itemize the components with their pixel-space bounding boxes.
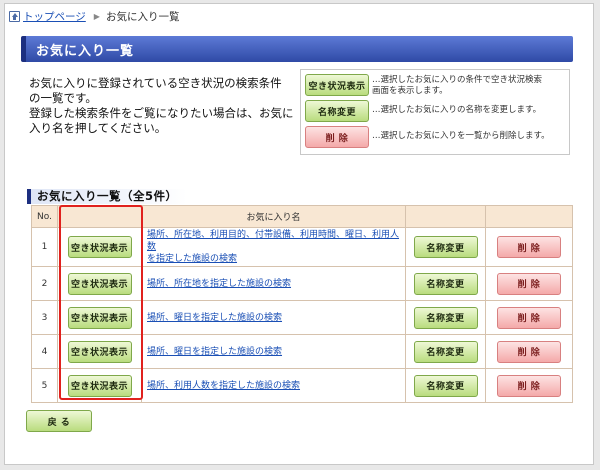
delete-cell: 削 除 bbox=[485, 266, 573, 301]
legend-desc-line: …選択したお気に入りの名称を変更します。 bbox=[372, 105, 542, 115]
delete-button[interactable]: 削 除 bbox=[497, 374, 561, 397]
name-cell: 場所、所在地、利用目的、付帯設備、利用時間、曜日、利用人数を指定した施設の検索 bbox=[141, 227, 406, 267]
button-legend: 空き状況表示 …選択したお気に入りの条件で空き状況検索 画面を表示します。 名称… bbox=[300, 69, 570, 155]
table-row: 5 空き状況表示 場所、利用人数を指定した施設の検索 名称変更 削 除 bbox=[31, 368, 573, 403]
status-cell: 空き状況表示 bbox=[57, 300, 142, 335]
rename-button[interactable]: 名称変更 bbox=[413, 306, 478, 329]
intro-line: お気に入りに登録されている空き状況の検索条件 bbox=[29, 76, 282, 90]
legend-desc: …選択したお気に入りの名称を変更します。 bbox=[372, 100, 541, 116]
chevron-right-icon: ▶ bbox=[93, 11, 100, 21]
legend-row-delete: 削 除 …選択したお気に入りを一覧から削除します。 bbox=[305, 126, 565, 152]
status-button[interactable]: 空き状況表示 bbox=[67, 306, 132, 329]
status-button[interactable]: 空き状況表示 bbox=[67, 340, 132, 363]
legend-desc-line: 画面を表示します。 bbox=[372, 86, 448, 96]
favorite-name-line: 場所、所在地、利用目的、付帯設備、利用時間、曜日、利用人数 bbox=[147, 230, 400, 252]
status-cell: 空き状況表示 bbox=[57, 266, 142, 301]
delete-button[interactable]: 削 除 bbox=[497, 306, 561, 329]
row-number: 5 bbox=[31, 368, 58, 403]
status-cell: 空き状況表示 bbox=[57, 334, 142, 369]
status-cell: 空き状況表示 bbox=[57, 368, 142, 403]
favorite-name-link[interactable]: 場所、利用人数を指定した施設の検索 bbox=[147, 380, 300, 392]
section-title: お気に入り一覧（全5件） bbox=[27, 189, 187, 204]
name-cell: 場所、所在地を指定した施設の検索 bbox=[141, 266, 406, 301]
breadcrumb-current: お気に入り一覧 bbox=[105, 10, 180, 23]
name-cell: 場所、曜日を指定した施設の検索 bbox=[141, 334, 406, 369]
name-cell: 場所、曜日を指定した施設の検索 bbox=[141, 300, 406, 335]
legend-status-button: 空き状況表示 bbox=[305, 74, 369, 96]
row-number: 4 bbox=[31, 334, 58, 369]
delete-button[interactable]: 削 除 bbox=[497, 236, 561, 258]
header-no: No. bbox=[31, 205, 58, 228]
intro-line: 登録した検索条件をご覧になりたい場合は、お気に bbox=[29, 106, 294, 120]
rename-button[interactable]: 名称変更 bbox=[413, 374, 478, 397]
breadcrumb-home-link[interactable]: トップページ bbox=[23, 9, 86, 24]
delete-cell: 削 除 bbox=[485, 334, 573, 369]
status-cell: 空き状況表示 bbox=[57, 227, 142, 267]
rename-cell: 名称変更 bbox=[405, 368, 486, 403]
status-button[interactable]: 空き状況表示 bbox=[67, 374, 132, 397]
rename-button[interactable]: 名称変更 bbox=[413, 340, 478, 363]
legend-row-status: 空き状況表示 …選択したお気に入りの条件で空き状況検索 画面を表示します。 bbox=[305, 74, 565, 100]
legend-row-rename: 名称変更 …選択したお気に入りの名称を変更します。 bbox=[305, 100, 565, 126]
row-number: 3 bbox=[31, 300, 58, 335]
favorite-name-link[interactable]: 場所、曜日を指定した施設の検索 bbox=[147, 312, 282, 324]
row-number: 1 bbox=[31, 227, 58, 267]
rename-button[interactable]: 名称変更 bbox=[413, 236, 478, 258]
legend-desc: …選択したお気に入りを一覧から削除します。 bbox=[372, 126, 550, 142]
header-rename bbox=[405, 205, 486, 228]
intro-text: お気に入りに登録されている空き状況の検索条件 の一覧です。 登録した検索条件をご… bbox=[29, 76, 299, 136]
back-button[interactable]: 戻 る bbox=[26, 410, 92, 432]
legend-desc: …選択したお気に入りの条件で空き状況検索 画面を表示します。 bbox=[372, 74, 542, 97]
favorite-name-link[interactable]: 場所、曜日を指定した施設の検索 bbox=[147, 346, 282, 358]
rename-cell: 名称変更 bbox=[405, 227, 486, 267]
rename-cell: 名称変更 bbox=[405, 266, 486, 301]
table-row: 3 空き状況表示 場所、曜日を指定した施設の検索 名称変更 削 除 bbox=[31, 300, 573, 335]
table-header-row: No. お気に入り名 bbox=[31, 205, 573, 228]
legend-rename-button: 名称変更 bbox=[305, 100, 369, 122]
rename-button[interactable]: 名称変更 bbox=[413, 272, 478, 295]
delete-button[interactable]: 削 除 bbox=[497, 272, 561, 295]
home-icon bbox=[9, 10, 20, 22]
table-row: 1 空き状況表示 場所、所在地、利用目的、付帯設備、利用時間、曜日、利用人数を指… bbox=[31, 227, 573, 267]
favorite-name-link[interactable]: 場所、所在地、利用目的、付帯設備、利用時間、曜日、利用人数を指定した施設の検索 bbox=[147, 229, 404, 265]
legend-desc-line: …選択したお気に入りの条件で空き状況検索 bbox=[372, 75, 543, 85]
header-name: お気に入り名 bbox=[141, 205, 406, 228]
table-row: 4 空き状況表示 場所、曜日を指定した施設の検索 名称変更 削 除 bbox=[31, 334, 573, 369]
favorite-name-line: を指定した施設の検索 bbox=[147, 254, 238, 264]
rename-cell: 名称変更 bbox=[405, 300, 486, 335]
favorite-name-link[interactable]: 場所、所在地を指定した施設の検索 bbox=[147, 278, 291, 290]
intro-line: 入り名を押してください。 bbox=[29, 121, 167, 135]
page-title: お気に入り一覧 bbox=[21, 36, 573, 62]
page: トップページ ▶ お気に入り一覧 お気に入り一覧 お気に入りに登録されている空き… bbox=[4, 3, 594, 465]
intro-line: の一覧です。 bbox=[29, 91, 97, 105]
row-number: 2 bbox=[31, 266, 58, 301]
legend-desc-line: …選択したお気に入りを一覧から削除します。 bbox=[372, 131, 550, 141]
name-cell: 場所、利用人数を指定した施設の検索 bbox=[141, 368, 406, 403]
delete-cell: 削 除 bbox=[485, 300, 573, 335]
favorites-table: No. お気に入り名 1 空き状況表示 場所、所在地、利用目的、付帯設備、利用時… bbox=[31, 205, 573, 403]
delete-cell: 削 除 bbox=[485, 227, 573, 267]
status-button[interactable]: 空き状況表示 bbox=[67, 272, 132, 295]
delete-button[interactable]: 削 除 bbox=[497, 340, 561, 363]
rename-cell: 名称変更 bbox=[405, 334, 486, 369]
delete-cell: 削 除 bbox=[485, 368, 573, 403]
legend-delete-button: 削 除 bbox=[305, 126, 369, 148]
table-row: 2 空き状況表示 場所、所在地を指定した施設の検索 名称変更 削 除 bbox=[31, 266, 573, 301]
status-button[interactable]: 空き状況表示 bbox=[67, 236, 132, 258]
header-status bbox=[57, 205, 142, 228]
header-delete bbox=[485, 205, 573, 228]
breadcrumb: トップページ ▶ お気に入り一覧 bbox=[9, 8, 179, 24]
